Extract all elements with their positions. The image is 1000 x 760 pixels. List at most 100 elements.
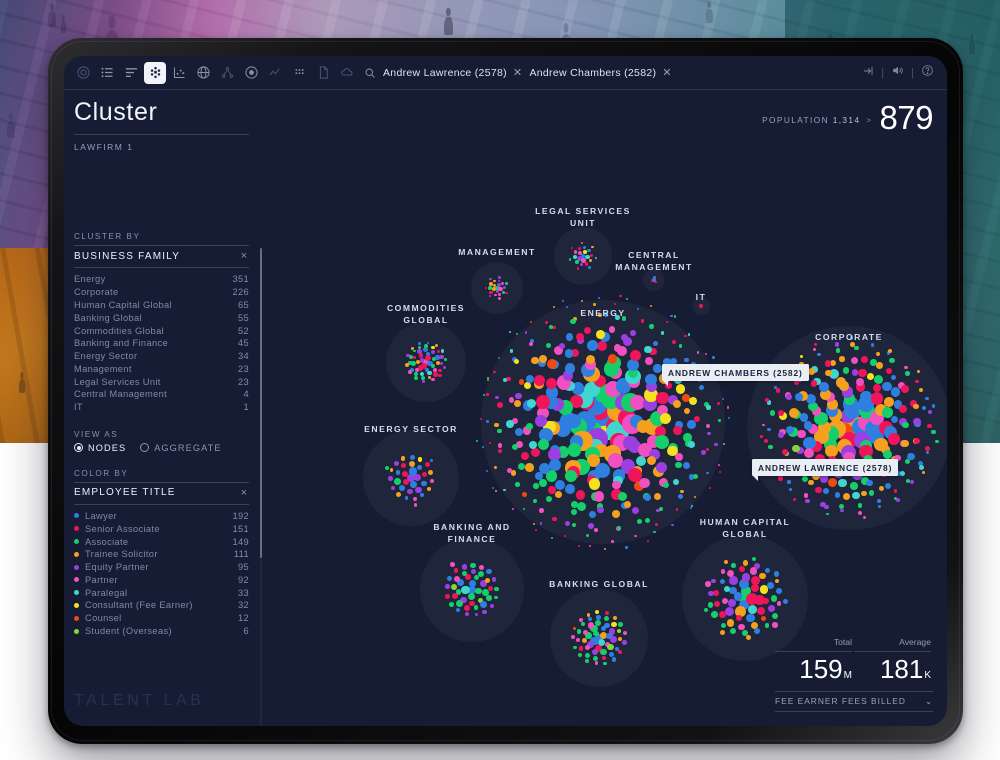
- cluster-node[interactable]: [609, 651, 614, 657]
- cluster-node[interactable]: [600, 648, 607, 656]
- cluster-node[interactable]: [413, 503, 418, 507]
- cluster-node[interactable]: [588, 478, 600, 490]
- cluster-node[interactable]: [741, 573, 751, 582]
- cluster-node[interactable]: [813, 343, 817, 346]
- cluster-by-item[interactable]: Energy 351: [74, 273, 249, 286]
- cluster-node[interactable]: [804, 493, 809, 498]
- cluster-node[interactable]: [577, 652, 582, 658]
- cluster-node[interactable]: [545, 342, 551, 348]
- cluster-node[interactable]: [742, 560, 748, 566]
- cluster-node[interactable]: [570, 318, 576, 325]
- cluster-node[interactable]: [645, 373, 657, 385]
- cluster-node[interactable]: [924, 445, 930, 451]
- cluster-node[interactable]: [609, 635, 617, 643]
- cluster-node[interactable]: [860, 390, 872, 403]
- search-chip-1[interactable]: Andrew Chambers (2582) ✕: [529, 66, 671, 80]
- cluster-node[interactable]: [616, 628, 621, 633]
- cluster-node[interactable]: [609, 326, 616, 333]
- close-icon[interactable]: ×: [241, 487, 247, 499]
- cluster-node[interactable]: [604, 622, 610, 629]
- cluster-node[interactable]: [813, 347, 817, 351]
- cluster-node[interactable]: [931, 404, 936, 408]
- legend-item[interactable]: Equity Partner 95: [74, 561, 249, 574]
- cluster-node[interactable]: [855, 377, 864, 386]
- view-as-option-aggregate[interactable]: AGGREGATE: [140, 443, 221, 453]
- cluster-node[interactable]: [850, 356, 858, 364]
- cluster-node[interactable]: [868, 490, 874, 496]
- cluster-node[interactable]: [573, 250, 578, 254]
- list-icon[interactable]: [96, 62, 118, 84]
- cluster-node[interactable]: [775, 388, 781, 393]
- cluster-node[interactable]: [591, 245, 594, 248]
- cluster-node[interactable]: [531, 356, 539, 365]
- cluster-node[interactable]: [393, 460, 399, 466]
- cluster-node[interactable]: [588, 510, 596, 518]
- cluster-node[interactable]: [899, 470, 905, 476]
- cluster-node[interactable]: [913, 417, 921, 426]
- target-icon[interactable]: [72, 62, 94, 84]
- cluster-node[interactable]: [461, 585, 470, 594]
- cluster-node[interactable]: [675, 384, 686, 394]
- matrix-icon[interactable]: [288, 62, 310, 84]
- cluster-node[interactable]: [887, 432, 900, 446]
- cluster-node[interactable]: [539, 508, 544, 513]
- cluster-node[interactable]: [494, 490, 497, 493]
- cluster-node[interactable]: [835, 377, 847, 388]
- legend-item[interactable]: Student (Overseas) 6: [74, 625, 249, 638]
- cluster-node[interactable]: [803, 421, 813, 430]
- cluster-node[interactable]: [565, 484, 575, 495]
- cluster-node[interactable]: [550, 537, 554, 540]
- cluster-node[interactable]: [539, 522, 543, 525]
- cluster-node[interactable]: [553, 305, 556, 308]
- cluster-node[interactable]: [917, 369, 920, 373]
- cluster-node[interactable]: [773, 571, 780, 577]
- cluster-node[interactable]: [456, 599, 463, 607]
- cluster-node[interactable]: [603, 662, 607, 666]
- cluster-node[interactable]: [724, 606, 734, 616]
- cluster-node[interactable]: [497, 448, 502, 453]
- cluster-node[interactable]: [647, 540, 650, 543]
- color-by-select[interactable]: EMPLOYEE TITLE ×: [74, 481, 249, 505]
- cluster-node[interactable]: [654, 523, 658, 526]
- search-chip-0[interactable]: Andrew Lawrence (2578) ✕: [383, 66, 522, 80]
- cluster-node[interactable]: [617, 491, 627, 502]
- cluster-node[interactable]: [433, 368, 437, 372]
- cluster-node[interactable]: [581, 637, 587, 644]
- cluster-node[interactable]: [611, 509, 620, 518]
- cluster-node[interactable]: [670, 315, 673, 318]
- cluster-node[interactable]: [588, 523, 594, 529]
- cluster-node[interactable]: [656, 391, 669, 404]
- cluster-node[interactable]: [769, 410, 775, 416]
- cluster-node[interactable]: [857, 503, 863, 508]
- cluster-node[interactable]: [489, 282, 493, 287]
- cluster-node[interactable]: [613, 344, 622, 352]
- cluster-node[interactable]: [760, 435, 763, 438]
- cluster-node[interactable]: [787, 480, 791, 484]
- panel-scrollbar[interactable]: [260, 248, 262, 726]
- cluster-node[interactable]: [607, 353, 618, 364]
- cluster-node[interactable]: [850, 342, 855, 347]
- cluster-node[interactable]: [767, 427, 771, 432]
- cluster-node[interactable]: [768, 445, 773, 450]
- cluster-node[interactable]: [708, 487, 711, 490]
- cluster-node[interactable]: [723, 585, 730, 592]
- cluster-canvas[interactable]: LEGAL SERVICES UNIT MANAGEMENT CENTRAL MAN…: [269, 92, 947, 726]
- cluster-node[interactable]: [486, 568, 492, 575]
- cluster-node[interactable]: [570, 509, 577, 516]
- cluster-node[interactable]: [788, 407, 799, 418]
- cluster-node[interactable]: [918, 387, 923, 392]
- cluster-by-item[interactable]: IT 1: [74, 401, 249, 414]
- cluster-node[interactable]: [672, 426, 682, 435]
- cluster-node[interactable]: [687, 441, 695, 448]
- cluster-node[interactable]: [388, 476, 393, 481]
- cluster-node[interactable]: [405, 362, 409, 367]
- legend-item[interactable]: Senior Associate 151: [74, 522, 249, 535]
- cluster-node[interactable]: [719, 578, 725, 584]
- cluster-by-item[interactable]: Commodities Global 52: [74, 324, 249, 337]
- cluster-node[interactable]: [654, 280, 657, 283]
- cluster-node[interactable]: [536, 394, 551, 409]
- cluster-node[interactable]: [470, 568, 476, 574]
- scrollbar-thumb[interactable]: [260, 248, 262, 558]
- cluster-node[interactable]: [563, 534, 566, 537]
- cluster-node[interactable]: [413, 376, 418, 380]
